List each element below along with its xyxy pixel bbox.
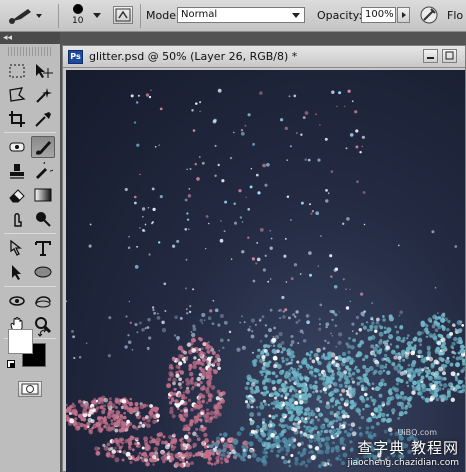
document-title: glitter.psd @ 50% (Layer 26, RGB/8) * bbox=[89, 50, 298, 63]
eyedropper-icon bbox=[35, 112, 51, 127]
opacity-field[interactable]: 100% bbox=[361, 7, 396, 23]
eraser-icon bbox=[9, 189, 25, 203]
maximize-button[interactable] bbox=[442, 49, 457, 63]
3d-orbit-tool[interactable] bbox=[31, 290, 55, 312]
watermark-url: jiaocheng.chazidian.com bbox=[347, 458, 459, 468]
gradient-tool[interactable] bbox=[31, 184, 55, 206]
lasso-tool[interactable] bbox=[5, 84, 29, 106]
airbrush-icon[interactable] bbox=[418, 4, 440, 26]
history-brush-icon bbox=[36, 162, 53, 179]
finger-smudge-icon bbox=[14, 213, 22, 227]
document-canvas[interactable]: UiBQ.com 查字典 教程网 jiaocheng.chazidian.com bbox=[66, 70, 465, 472]
arrow-select-icon bbox=[12, 265, 21, 280]
mode-select-value: Normal bbox=[181, 9, 218, 20]
clone-stamp-tool[interactable] bbox=[5, 160, 29, 182]
glitter-artwork bbox=[66, 88, 465, 469]
opacity-slider-button[interactable] bbox=[397, 7, 410, 23]
gradient-icon bbox=[34, 188, 52, 202]
mode-select[interactable]: Normal bbox=[177, 7, 305, 23]
brush-tool[interactable] bbox=[31, 136, 55, 158]
crop-tool[interactable] bbox=[5, 108, 29, 130]
toolbox: ◂◂ bbox=[0, 32, 60, 472]
eyedropper-tool[interactable] bbox=[31, 108, 55, 130]
toolbox-collapse-bar[interactable]: ◂◂ bbox=[0, 32, 60, 44]
magic-wand-tool[interactable] bbox=[31, 84, 55, 106]
minimize-button[interactable] bbox=[423, 49, 438, 63]
marquee-tool[interactable] bbox=[5, 60, 29, 82]
brush-picker[interactable]: 10 bbox=[66, 2, 104, 30]
watermark-title: 查字典 教程网 bbox=[357, 439, 459, 457]
ps-badge-text: Ps bbox=[70, 52, 81, 61]
ps-badge-icon: Ps bbox=[68, 50, 83, 64]
history-brush-tool[interactable] bbox=[31, 160, 55, 182]
magic-wand-icon bbox=[36, 88, 52, 103]
eraser-tool[interactable] bbox=[5, 184, 29, 206]
brush-size-value: 10 bbox=[72, 16, 84, 26]
crop-icon bbox=[9, 111, 25, 127]
3d-rotate-tool[interactable] bbox=[5, 290, 29, 312]
polygon-lasso-icon bbox=[9, 87, 26, 102]
brush-icon bbox=[36, 141, 51, 155]
chevron-right-icon bbox=[402, 12, 406, 18]
blur-tool[interactable] bbox=[5, 208, 29, 230]
brush-dot-icon bbox=[73, 4, 83, 14]
default-colors-icon[interactable] bbox=[7, 360, 15, 368]
brushes-panel-button[interactable] bbox=[113, 6, 133, 24]
dodge-tool[interactable] bbox=[31, 208, 55, 230]
pen-tool[interactable] bbox=[5, 237, 29, 259]
chevron-down-icon bbox=[292, 13, 300, 18]
document-title-bar[interactable]: Ps glitter.psd @ 50% (Layer 26, RGB/8) * bbox=[63, 46, 465, 68]
3d-rotate-icon bbox=[9, 296, 25, 306]
document-window: Ps glitter.psd @ 50% (Layer 26, RGB/8) *… bbox=[62, 45, 466, 472]
type-icon bbox=[35, 241, 51, 256]
brush-preset-icon[interactable] bbox=[6, 6, 44, 26]
healing-brush-tool[interactable] bbox=[5, 136, 29, 158]
flow-label: Flo bbox=[447, 9, 464, 22]
maximize-icon bbox=[445, 51, 454, 60]
ellipse-shape-icon bbox=[34, 266, 52, 278]
options-bar: 10 Mode: Normal Opacity: 100% Flo bbox=[0, 0, 466, 32]
pen-icon bbox=[10, 239, 22, 256]
shape-tool[interactable] bbox=[31, 261, 55, 283]
path-selection-tool[interactable] bbox=[5, 261, 29, 283]
watermark-small: UiBQ.com bbox=[397, 428, 438, 437]
collapse-icon: ◂◂ bbox=[3, 33, 13, 43]
minimize-icon bbox=[427, 57, 434, 59]
opacity-label: Opacity: bbox=[317, 9, 363, 22]
rect-marquee-icon bbox=[9, 64, 25, 78]
move-icon bbox=[36, 64, 53, 78]
quick-mask-button[interactable] bbox=[18, 381, 42, 397]
toolbox-grip[interactable] bbox=[8, 47, 52, 56]
stamp-icon bbox=[10, 164, 24, 179]
mode-label: Mode: bbox=[146, 9, 180, 22]
foreground-color-swatch[interactable] bbox=[8, 329, 33, 354]
watermark: UiBQ.com 查字典 教程网 jiaocheng.chazidian.com bbox=[348, 428, 459, 468]
dodge-icon bbox=[36, 212, 51, 227]
swap-colors-icon[interactable] bbox=[37, 327, 48, 338]
brush-dropdown-icon bbox=[93, 13, 101, 18]
quick-mask-icon bbox=[21, 383, 39, 395]
move-tool[interactable] bbox=[31, 60, 55, 82]
brushes-panel-icon bbox=[115, 8, 131, 22]
3d-orbit-icon bbox=[35, 296, 51, 308]
bandage-icon bbox=[9, 142, 25, 152]
type-tool[interactable] bbox=[31, 237, 55, 259]
